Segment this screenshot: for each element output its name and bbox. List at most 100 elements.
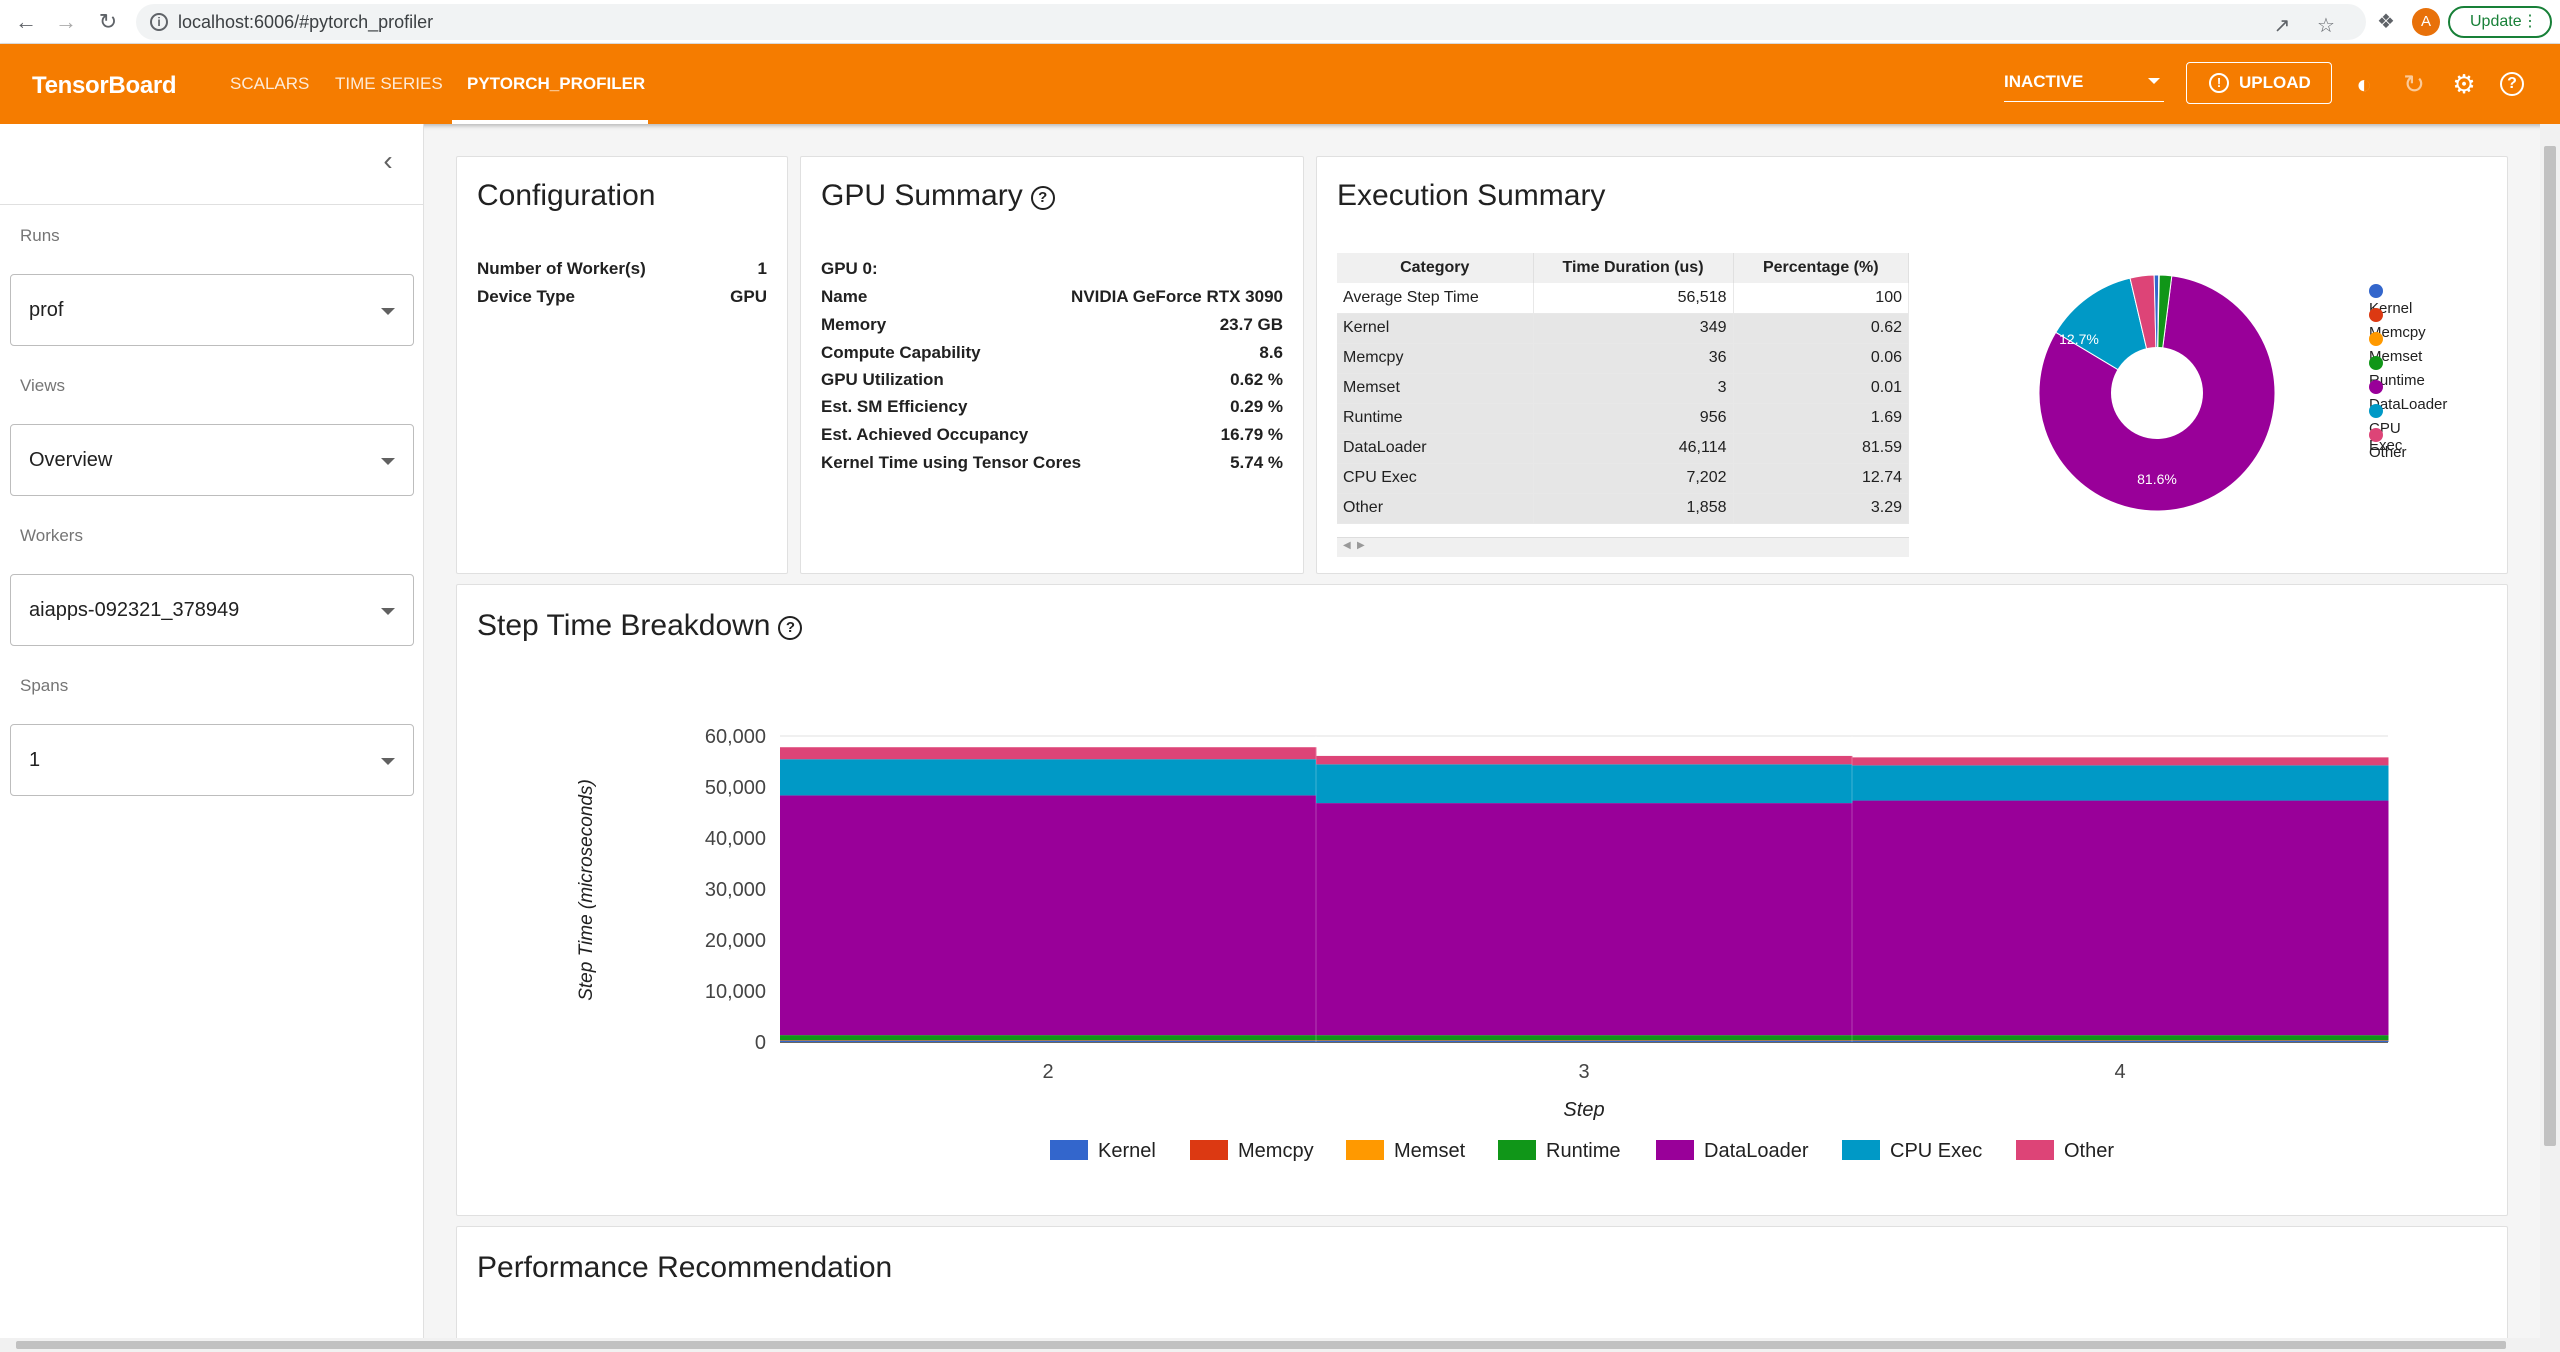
- table-row: Memcpy 36 0.06: [1337, 343, 1909, 374]
- gpu-value: 23.7 GB: [1219, 315, 1283, 334]
- percentage-cell: 0.06: [1733, 343, 1909, 374]
- configuration-card: Configuration Number of Worker(s) 1 Devi…: [456, 156, 788, 574]
- y-tick-label: 10,000: [705, 981, 766, 1003]
- views-label: Views: [20, 376, 66, 395]
- spans-select[interactable]: 1: [10, 724, 414, 796]
- profile-avatar[interactable]: A: [2412, 8, 2440, 36]
- page-vertical-scrollbar[interactable]: [2540, 124, 2560, 1352]
- workers-label: Workers: [20, 526, 83, 545]
- area-segment-runtime[interactable]: [780, 1035, 1317, 1041]
- category-cell: Other: [1337, 493, 1534, 524]
- scroll-left-icon[interactable]: ◀: [1343, 540, 1351, 551]
- legend-item-cpu-exec[interactable]: CPU Exec: [1842, 1140, 1982, 1163]
- area-segment-runtime[interactable]: [1852, 1035, 2389, 1041]
- percentage-cell: 1.69: [1733, 403, 1909, 434]
- area-segment-memset[interactable]: [1852, 1040, 2389, 1041]
- scrollbar-thumb[interactable]: [16, 1341, 2506, 1349]
- legend-item-runtime[interactable]: Runtime: [1498, 1140, 1620, 1163]
- more-vert-icon[interactable]: ⋮: [2522, 8, 2538, 36]
- legend-label: CPU Exec: [1890, 1140, 1983, 1162]
- page-horizontal-scrollbar[interactable]: [0, 1338, 2540, 1352]
- views-select-value: Overview: [29, 449, 113, 471]
- area-segment-cpu-exec[interactable]: [1852, 765, 2389, 801]
- legend-swatch: [2369, 308, 2383, 322]
- legend-label: Memcpy: [1238, 1140, 1314, 1162]
- column-header[interactable]: Percentage (%): [1733, 253, 1909, 283]
- column-header[interactable]: Time Duration (us): [1533, 253, 1734, 283]
- help-icon[interactable]: ?: [2500, 72, 2524, 96]
- settings-gear-icon[interactable]: ⚙: [2450, 70, 2478, 98]
- back-arrow-icon[interactable]: ←: [10, 6, 42, 38]
- config-value: GPU: [730, 287, 767, 306]
- legend-item-kernel[interactable]: Kernel: [1050, 1140, 1156, 1163]
- views-select[interactable]: Overview: [10, 424, 414, 496]
- tab-pytorch-profiler[interactable]: PYTORCH_PROFILER: [467, 74, 645, 94]
- refresh-icon[interactable]: ↻: [2400, 70, 2428, 98]
- reload-icon[interactable]: ↻: [92, 6, 124, 38]
- gpu-summary-title-text: GPU Summary: [821, 179, 1023, 212]
- plugin-select[interactable]: INACTIVE: [2004, 72, 2164, 102]
- area-segment-other[interactable]: [780, 747, 1317, 760]
- gpu-value: 8.6: [1259, 343, 1283, 362]
- gpu-key: Kernel Time using Tensor Cores: [821, 453, 1082, 472]
- legend-item-other[interactable]: Other: [2016, 1140, 2114, 1163]
- area-segment-runtime[interactable]: [1316, 1035, 1853, 1041]
- tab-scalars[interactable]: SCALARS: [230, 74, 309, 94]
- bookmark-star-icon[interactable]: ☆: [2314, 14, 2338, 38]
- area-segment-cpu-exec[interactable]: [780, 759, 1317, 796]
- forward-arrow-icon[interactable]: →: [50, 6, 82, 38]
- caret-down-icon: [381, 458, 395, 465]
- area-segment-memset[interactable]: [780, 1040, 1317, 1041]
- legend-swatch: [1050, 1140, 1088, 1160]
- step-time-chart: 0 10,000 20,000 30,000 40,000 50,000 60,000 2 3…: [576, 726, 2389, 1121]
- area-segment-dataloader[interactable]: [1852, 800, 2389, 1036]
- legend-label: Memset: [1394, 1140, 1466, 1162]
- extensions-icon[interactable]: ❖: [2374, 10, 2398, 34]
- y-tick-label: 20,000: [705, 930, 766, 952]
- area-segment-cpu-exec[interactable]: [1316, 764, 1853, 804]
- address-bar[interactable]: i localhost:6006/#pytorch_profiler ↗ ☆: [136, 4, 2366, 40]
- share-icon[interactable]: ↗: [2270, 14, 2294, 38]
- percentage-cell: 3.29: [1733, 493, 1909, 524]
- upload-info-icon: !: [2209, 73, 2229, 93]
- sidebar-divider: [0, 204, 423, 205]
- percentage-cell: 100: [1733, 283, 1909, 314]
- area-segment-memset[interactable]: [1316, 1040, 1853, 1041]
- legend-item-memcpy[interactable]: Memcpy: [1190, 1140, 1314, 1163]
- area-segment-dataloader[interactable]: [780, 795, 1317, 1036]
- table-horizontal-scrollbar[interactable]: ◀ ▶: [1337, 537, 1909, 557]
- category-cell: Memcpy: [1337, 343, 1534, 374]
- legend-item-memset[interactable]: Memset: [1346, 1140, 1465, 1163]
- y-tick-label: 30,000: [705, 879, 766, 901]
- percentage-cell: 81.59: [1733, 433, 1909, 464]
- legend-item-other[interactable]: Other: [2369, 427, 2407, 461]
- tab-time-series[interactable]: TIME SERIES: [335, 74, 443, 94]
- help-icon[interactable]: ?: [1030, 186, 1055, 210]
- tensorboard-header: TensorBoard SCALARS TIME SERIES PYTORCH_…: [0, 44, 2560, 124]
- spans-select-value: 1: [29, 749, 41, 771]
- category-cell: Average Step Time: [1337, 283, 1534, 314]
- runs-select[interactable]: prof: [10, 274, 414, 346]
- table-row: Other 1,858 3.29: [1337, 493, 1909, 524]
- pie-hole: [2111, 347, 2203, 439]
- execution-pie-chart: 81.6% 12.7%: [2038, 274, 2276, 512]
- percentage-cell: 12.74: [1733, 463, 1909, 494]
- legend-swatch: [2369, 356, 2383, 370]
- theme-toggle-icon[interactable]: ◐: [2350, 70, 2378, 98]
- column-header[interactable]: Category: [1337, 253, 1534, 283]
- workers-select-value: aiapps-092321_378949: [29, 599, 240, 621]
- area-segment-other[interactable]: [1852, 757, 2389, 766]
- scrollbar-thumb[interactable]: [2544, 146, 2556, 1146]
- area-segment-other[interactable]: [1316, 755, 1853, 765]
- area-segment-dataloader[interactable]: [1316, 803, 1853, 1036]
- table-row: CPU Exec 7,202 12.74: [1337, 463, 1909, 494]
- workers-select[interactable]: aiapps-092321_378949: [10, 574, 414, 646]
- scroll-right-icon[interactable]: ▶: [1357, 540, 1365, 551]
- info-icon[interactable]: i: [150, 13, 168, 31]
- update-button[interactable]: Update ⋮: [2448, 6, 2552, 38]
- chevron-left-icon[interactable]: ‹: [376, 147, 400, 175]
- upload-button[interactable]: ! UPLOAD: [2186, 62, 2332, 104]
- legend-swatch: [2369, 284, 2383, 298]
- legend-item-dataloader[interactable]: DataLoader: [1656, 1140, 1809, 1163]
- legend-label: Other: [2064, 1140, 2115, 1162]
